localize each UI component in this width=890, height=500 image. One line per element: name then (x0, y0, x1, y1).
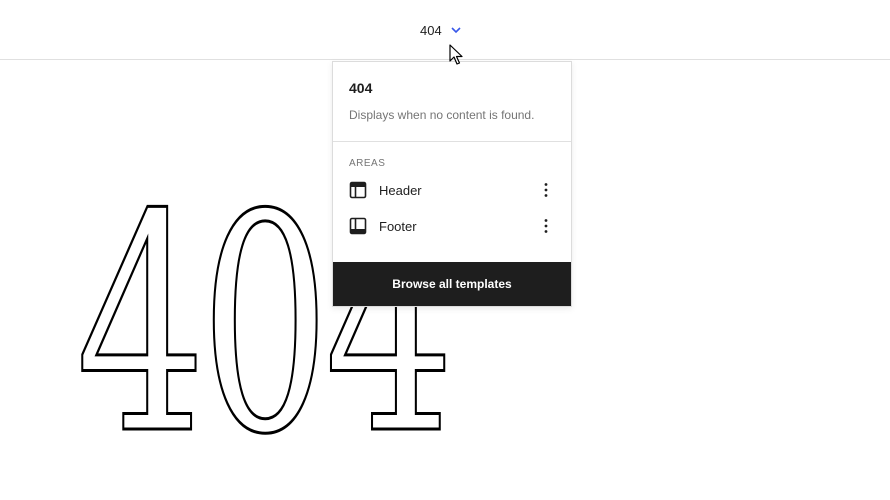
area-label-footer: Footer (379, 218, 417, 234)
template-title: 404 (420, 22, 442, 38)
browse-all-templates-button[interactable]: Browse all templates (333, 262, 571, 306)
mouse-pointer-icon (449, 44, 463, 65)
areas-section-label: AREAS (349, 158, 386, 169)
popover-header: 404 Displays when no content is found. (333, 62, 571, 142)
chevron-down-icon (451, 27, 461, 34)
more-options-icon[interactable] (537, 181, 555, 199)
template-title-dropdown[interactable]: 404 (420, 18, 462, 42)
area-label-header: Header (379, 182, 422, 198)
more-options-icon[interactable] (537, 217, 555, 235)
area-item-footer[interactable]: Footer (333, 208, 571, 244)
header-layout-icon (349, 181, 367, 199)
popover-description: Displays when no content is found. (349, 108, 535, 122)
footer-layout-icon (349, 217, 367, 235)
popover-title: 404 (349, 80, 373, 96)
area-item-header[interactable]: Header (333, 172, 571, 208)
template-details-popover: 404 Displays when no content is found. A… (332, 61, 572, 307)
editor-top-bar: 404 (0, 0, 890, 60)
